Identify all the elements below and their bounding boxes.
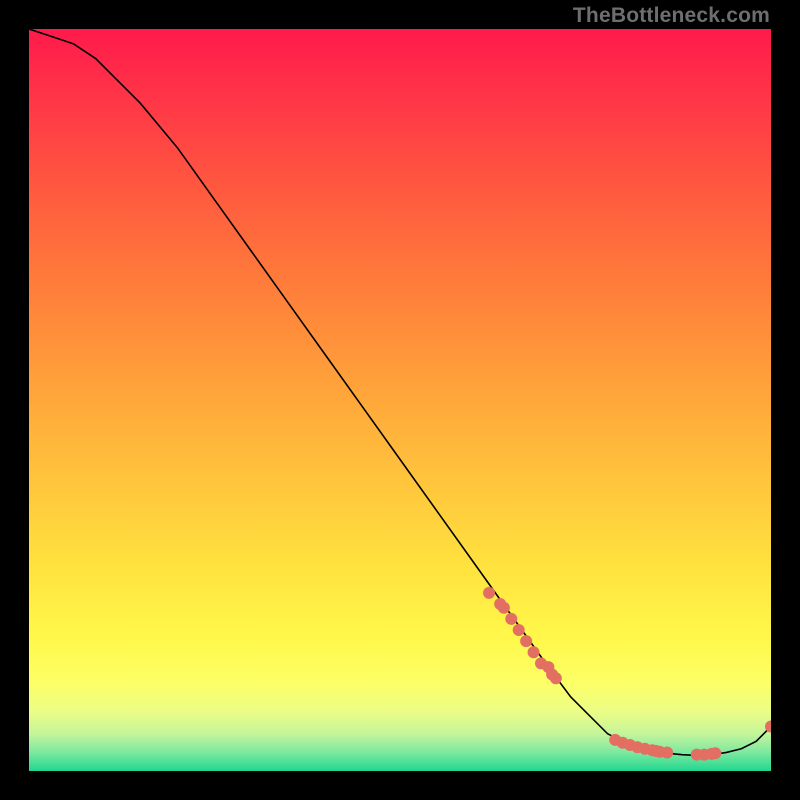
watermark-text: TheBottleneck.com: [573, 4, 770, 28]
data-point: [498, 602, 510, 614]
data-point: [513, 624, 525, 636]
data-point: [550, 672, 562, 684]
data-point: [483, 587, 495, 599]
data-point: [709, 747, 721, 759]
data-point: [505, 613, 517, 625]
chart-background: [29, 29, 771, 771]
chart-container: [29, 29, 771, 771]
chart-svg: [29, 29, 771, 771]
data-point: [661, 746, 673, 758]
data-point: [520, 635, 532, 647]
data-point: [528, 646, 540, 658]
